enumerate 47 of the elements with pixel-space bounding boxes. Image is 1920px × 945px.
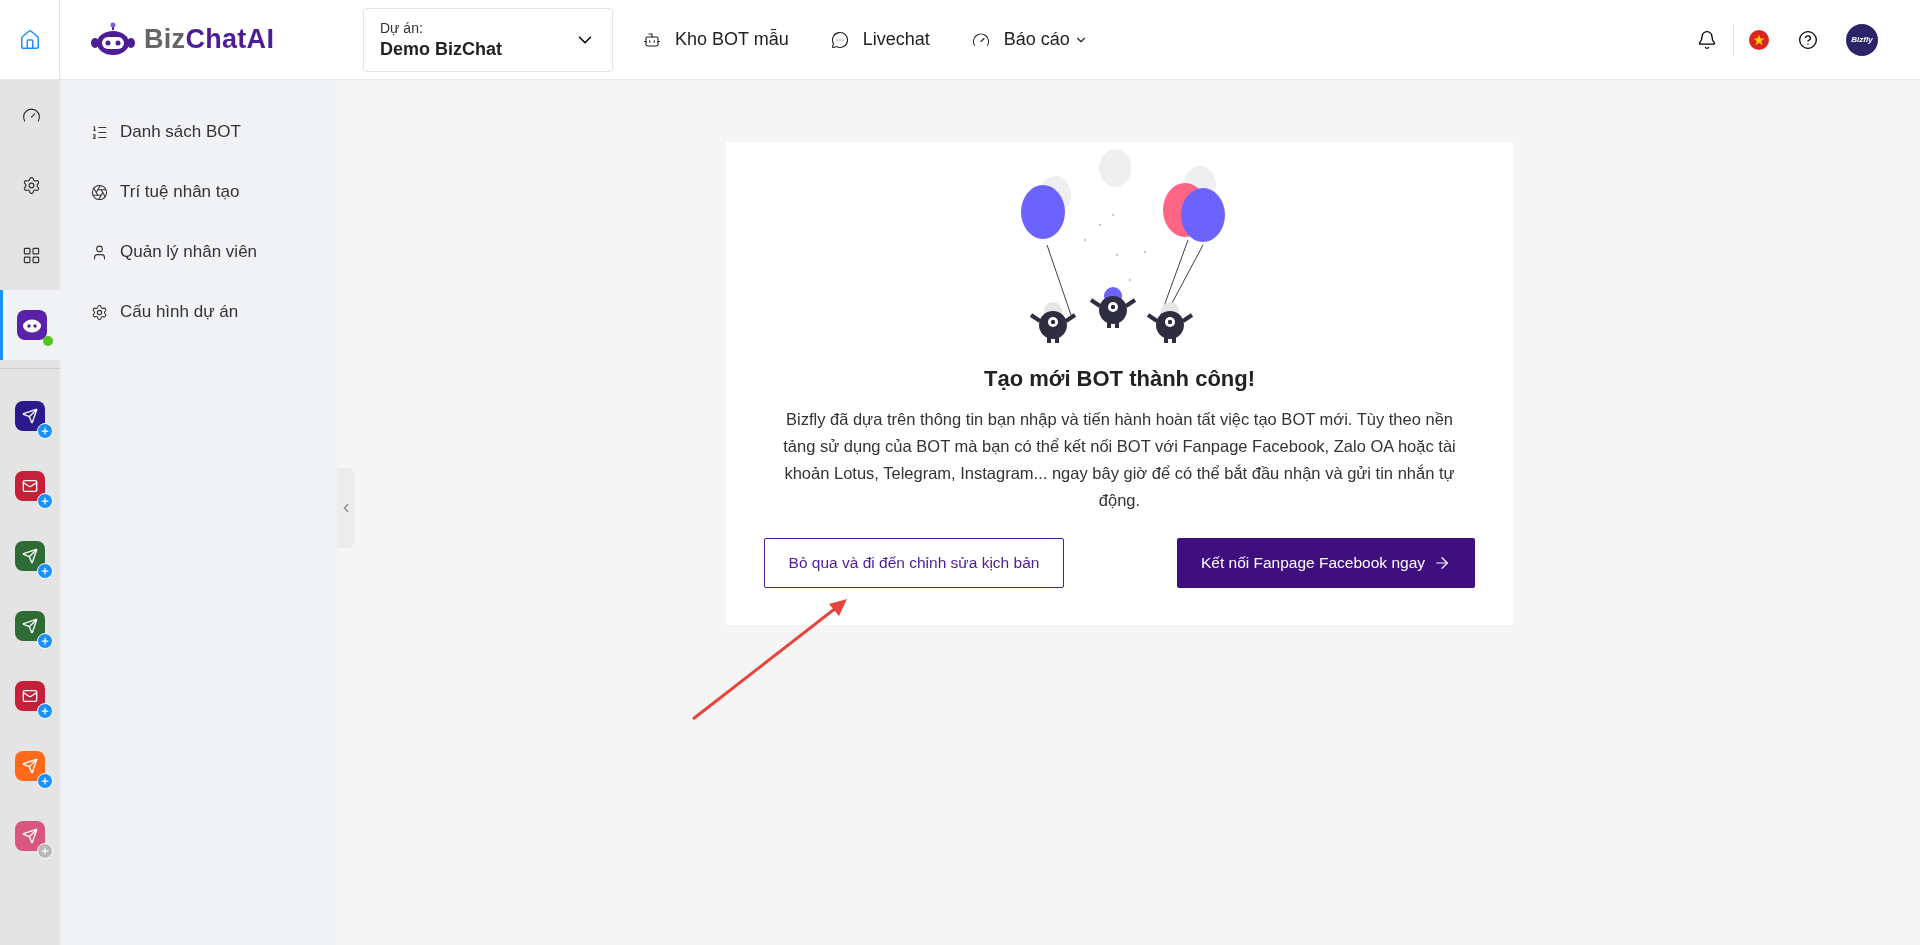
bell-icon <box>1697 29 1717 50</box>
settings-icon <box>91 303 108 321</box>
nav-link[interactable]: Livechat <box>830 29 930 50</box>
success-title: Tạo mới BOT thành công! <box>983 366 1256 392</box>
settings-icon <box>22 175 41 195</box>
nav-link[interactable]: Báo cáo <box>971 29 1088 50</box>
paper-plane-icon <box>22 758 38 774</box>
paper-plane-icon <box>22 408 38 424</box>
project-label: Dự án: <box>380 19 423 36</box>
home-icon[interactable] <box>18 28 41 51</box>
envelope-icon <box>22 478 38 494</box>
sidebar-item-label: Trí tuệ nhân tạo <box>120 182 240 202</box>
arrow-right-icon <box>1433 554 1451 572</box>
project-value: Demo BizChat <box>380 38 502 60</box>
aperture-icon <box>91 183 108 201</box>
robot-face-icon <box>21 317 42 333</box>
sidebar-item[interactable]: Danh sách BOT <box>60 102 337 162</box>
robot-icon <box>643 30 661 49</box>
flag-icon[interactable] <box>1748 28 1770 51</box>
numbered-list-icon <box>91 123 108 141</box>
brand-name: BizChatAI <box>144 24 275 55</box>
grid-icon <box>22 245 41 265</box>
envelope-icon <box>22 688 38 704</box>
sidebar-item-label: Danh sách BOT <box>120 122 241 142</box>
paper-plane-icon <box>22 618 38 634</box>
help-icon <box>1798 29 1818 50</box>
nav-link-label: Livechat <box>862 29 930 50</box>
connect-facebook-button[interactable]: Kết nối Fanpage Facebook ngay <box>1177 538 1475 588</box>
collapse-handle[interactable] <box>337 468 355 548</box>
nav-link[interactable]: Kho BOT mẫu <box>643 29 789 50</box>
sidebar-item[interactable]: Quản lý nhân viên <box>60 222 337 282</box>
skip-button[interactable]: Bỏ qua và đi đến chỉnh sửa kịch bản <box>764 538 1064 588</box>
nav-link-label: Báo cáo <box>1003 29 1070 50</box>
sidebar-item[interactable]: Cấu hình dự án <box>60 282 337 342</box>
success-message: Bizfly đã dựa trên thông tin bạn nhập và tiến hành hoàn tất việc tạo BOT mới. Tùy theo nền tảng sử dụng của BOT mà bạn có thể kết nối BOT với Fanpage Facebook, Zalo OA hoặc tài khoản Lotus, Telegram, Instagram... ngay bây giờ để có thể bắt đầu nhận và gửi tin nhắn tự động. <box>782 409 1457 511</box>
sidebar-item-label: Cấu hình dự án <box>120 302 239 322</box>
gauge-icon <box>971 30 990 49</box>
nav-link-label: Kho BOT mẫu <box>675 29 789 50</box>
project-select[interactable]: Dự án: Demo BizChat <box>363 7 613 72</box>
robot-logo-icon <box>90 21 136 58</box>
paper-plane-icon <box>22 548 38 564</box>
sidebar-item-label: Quản lý nhân viên <box>120 242 258 262</box>
user-avatar[interactable]: Bizfly <box>1846 23 1878 56</box>
chat-bubble-icon <box>830 30 849 49</box>
user-icon <box>91 243 108 261</box>
paper-plane-icon <box>22 828 38 844</box>
sidebar-item[interactable]: Trí tuệ nhân tạo <box>60 162 337 222</box>
